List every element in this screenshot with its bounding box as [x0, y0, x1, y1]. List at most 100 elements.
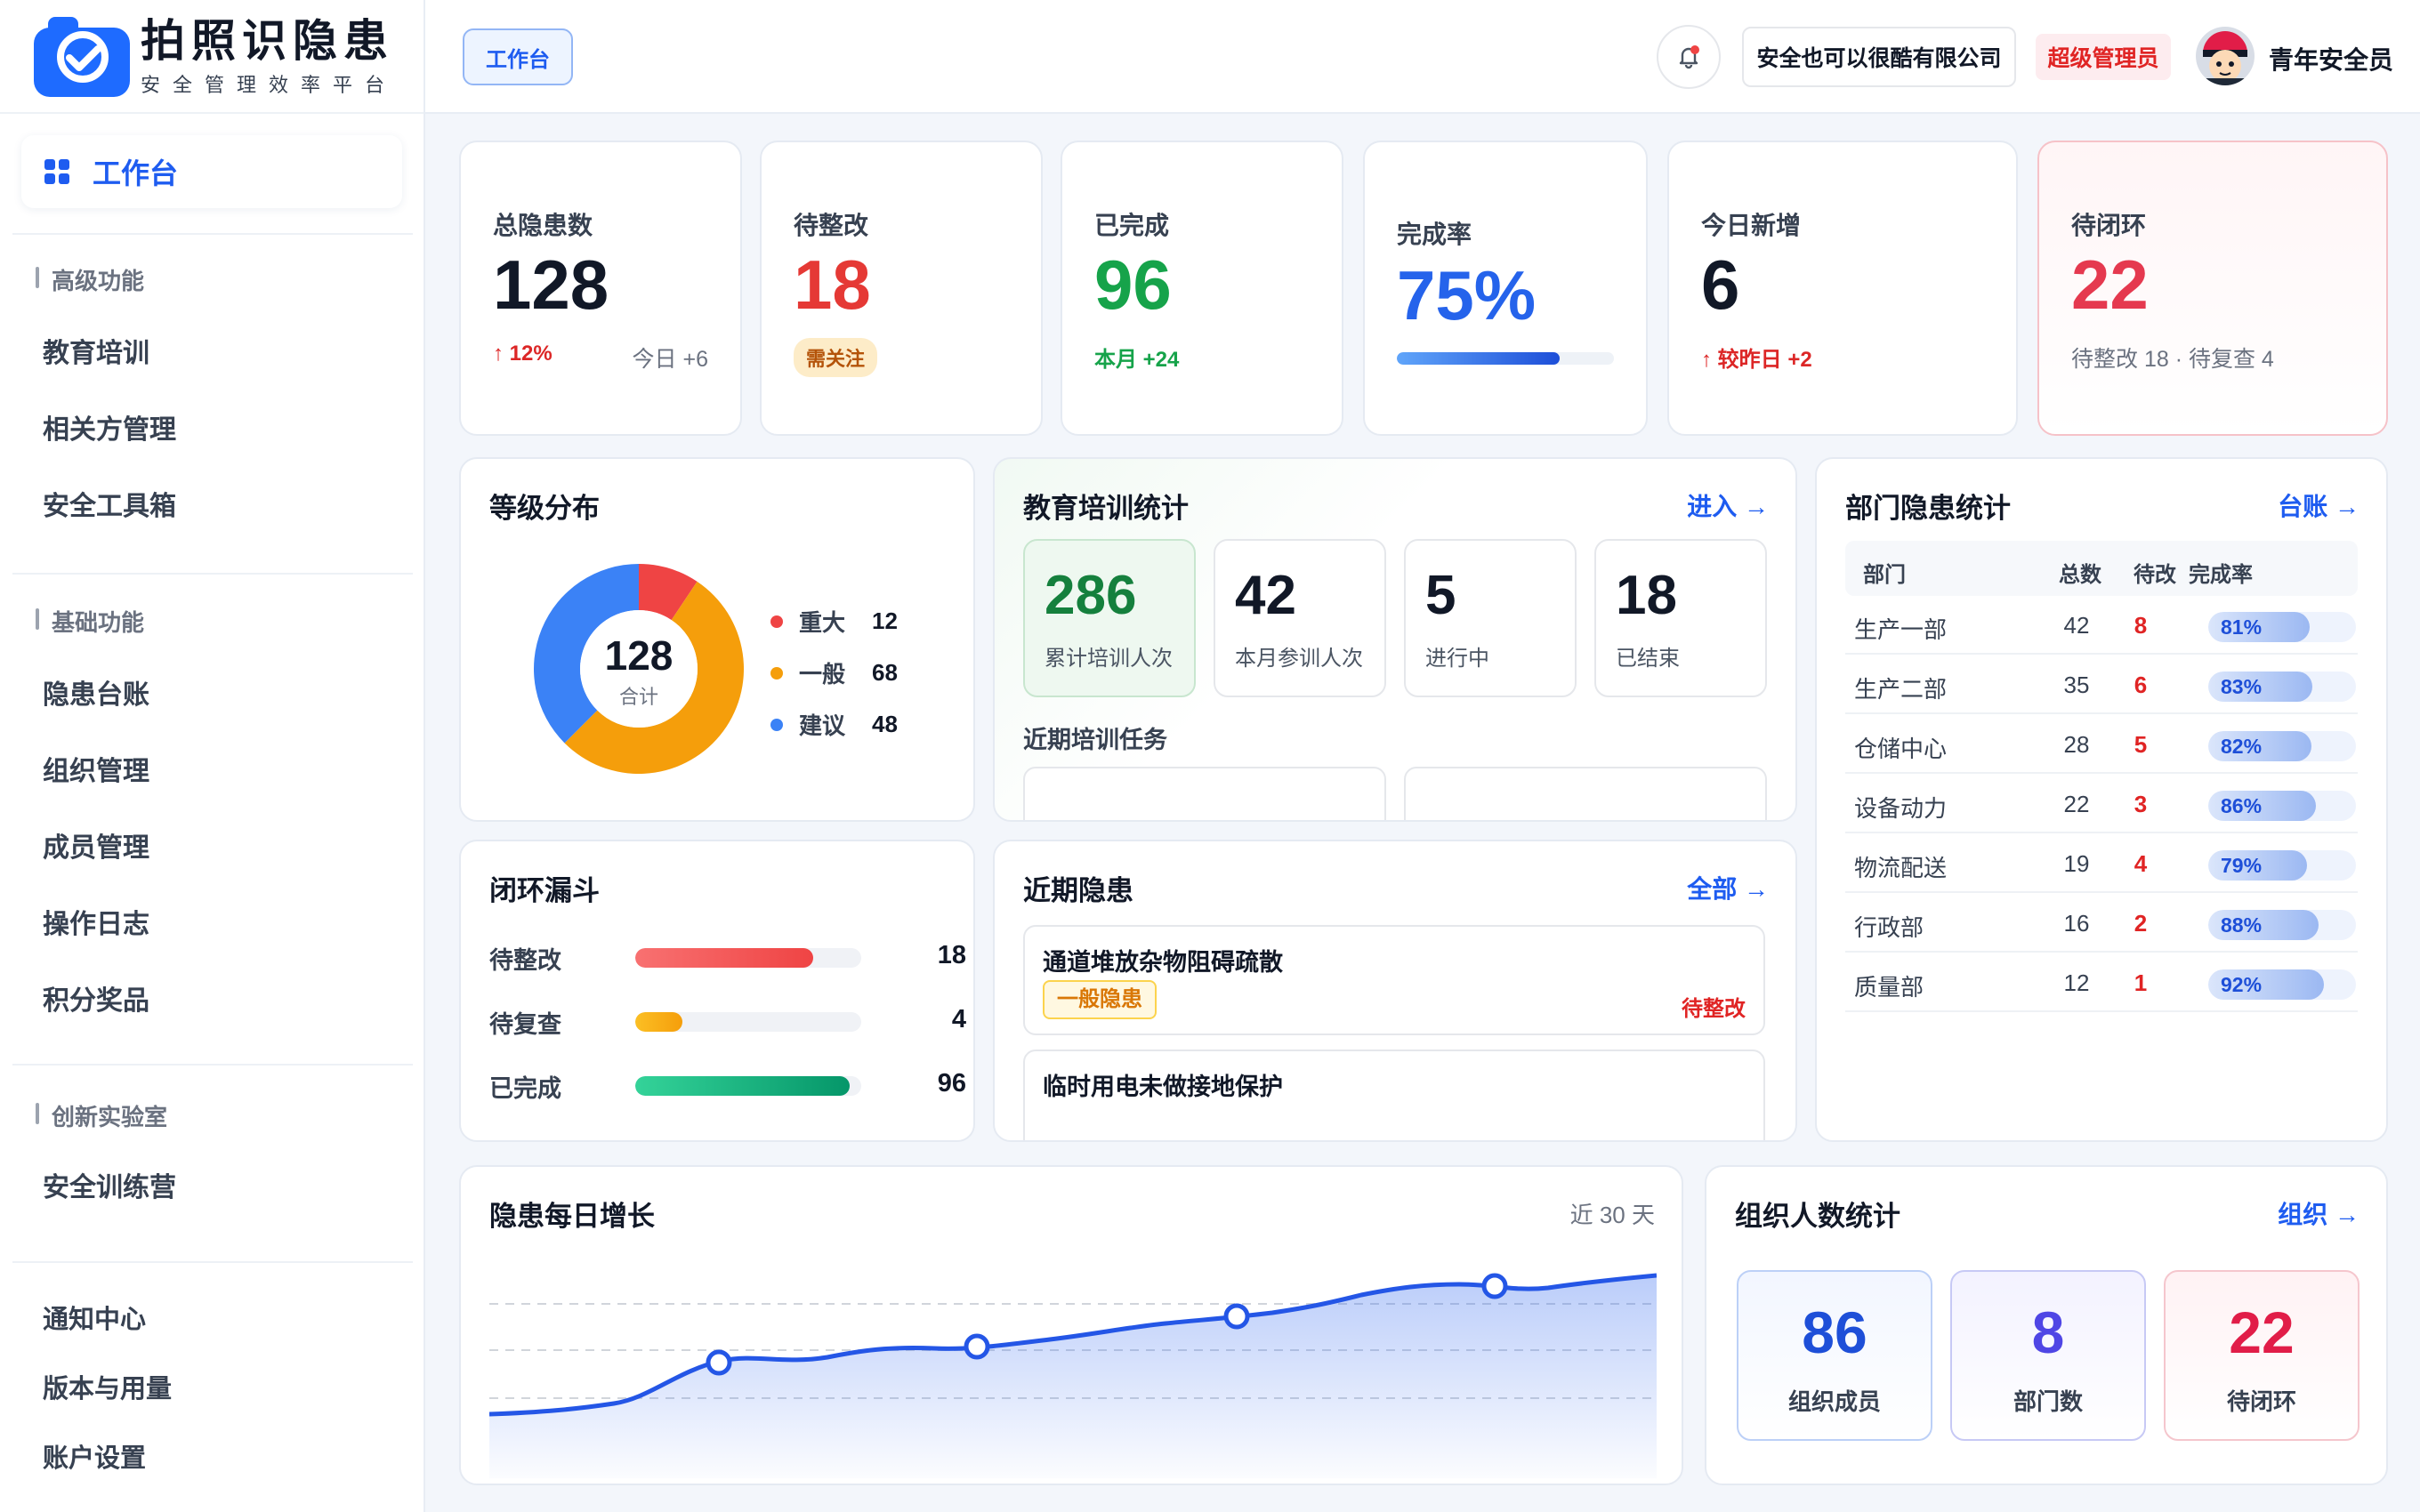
- card-title: 近期隐患: [1023, 875, 1133, 906]
- growth-point: [1223, 1303, 1250, 1330]
- kpi-completion-rate[interactable]: 完成率 75%: [1363, 141, 1648, 436]
- dept-rate: 81%: [2221, 615, 2263, 639]
- kpi-value: 18: [794, 245, 871, 324]
- org-link[interactable]: 组织 →: [2278, 1195, 2360, 1231]
- bell-icon[interactable]: [1657, 25, 1721, 89]
- dept-total: 22: [2063, 791, 2090, 817]
- dept-name: 物流配送: [1854, 855, 1948, 881]
- avatar[interactable]: [2196, 27, 2255, 85]
- org-members-stat[interactable]: 86 组织成员: [1737, 1270, 1932, 1441]
- dept-rate-bar: 83%: [2208, 672, 2356, 702]
- kpi-label: 待闭环: [2071, 212, 2147, 239]
- growth-point: [706, 1349, 732, 1376]
- dept-pending: 4: [2134, 850, 2148, 877]
- level-distribution-card: 等级分布 128 合计 重大 12 一般 68 建议 48: [459, 457, 975, 822]
- sidebar-item-logs[interactable]: 操作日志: [43, 902, 149, 941]
- sidebar-item-ledger[interactable]: 隐患台账: [43, 672, 149, 712]
- training-month-stat[interactable]: 42 本月参训人次: [1214, 539, 1386, 697]
- training-ended-stat[interactable]: 18 已结束: [1594, 539, 1767, 697]
- legend-general: 一般 68: [770, 656, 898, 689]
- legend-suggestion: 建议 48: [770, 708, 898, 741]
- kpi-pending-close[interactable]: 待闭环 22 待整改 18 · 待复查 4: [2037, 141, 2388, 436]
- dept-rate: 86%: [2221, 794, 2263, 817]
- kpi-value: 128: [493, 245, 609, 324]
- org-departments-stat[interactable]: 8 部门数: [1950, 1270, 2146, 1441]
- attention-badge: 需关注: [794, 338, 878, 377]
- dept-pending: 8: [2134, 612, 2148, 639]
- kpi-sub: 本月 +24: [1094, 348, 1180, 372]
- dept-rate-bar: 92%: [2208, 969, 2356, 1000]
- status-label: 待整改: [1682, 997, 1746, 1021]
- kpi-today-new[interactable]: 今日新增 6 ↑ 较昨日 +2: [1667, 141, 2018, 436]
- dept-name: 生产二部: [1854, 676, 1948, 703]
- dept-row[interactable]: 物流配送 19 4 79%: [1845, 834, 2358, 893]
- department-stats-card: 部门隐患统计 台账 → 部门 总数 待改 完成率 生产一部 42 8 81% 生产二部 3…: [1815, 457, 2388, 1142]
- growth-area: [489, 1275, 1657, 1478]
- sidebar-item-workbench[interactable]: 工作台: [21, 135, 402, 208]
- level-badge: 一般隐患: [1043, 980, 1157, 1019]
- sidebar-item-camp[interactable]: 安全训练营: [43, 1165, 176, 1204]
- sidebar-item-toolbox[interactable]: 安全工具箱: [43, 484, 176, 523]
- dept-rate-bar: 79%: [2208, 850, 2356, 881]
- dept-pending: 1: [2134, 969, 2148, 996]
- sidebar-item-org[interactable]: 组织管理: [43, 749, 149, 788]
- sidebar-item-notifications[interactable]: 通知中心: [43, 1299, 146, 1336]
- kpi-value: 22: [2071, 245, 2149, 324]
- training-task-item[interactable]: [1023, 767, 1386, 820]
- dept-row[interactable]: 生产一部 42 8 81%: [1845, 596, 2358, 655]
- sidebar-item-rewards[interactable]: 积分奖品: [43, 978, 149, 1017]
- dept-row[interactable]: 质量部 12 1 92%: [1845, 953, 2358, 1012]
- sidebar-item-members[interactable]: 成员管理: [43, 825, 149, 865]
- card-title: 闭环漏斗: [489, 875, 600, 906]
- dept-total: 16: [2063, 910, 2090, 937]
- growth-point: [1481, 1273, 1508, 1299]
- training-ongoing-stat[interactable]: 5 进行中: [1404, 539, 1577, 697]
- kpi-extra: 今日 +6: [632, 347, 708, 372]
- tab-workbench[interactable]: 工作台: [463, 28, 573, 85]
- sidebar-item-training[interactable]: 教育培训: [43, 331, 149, 370]
- dept-rate: 88%: [2221, 913, 2263, 937]
- dept-row[interactable]: 生产二部 35 6 83%: [1845, 655, 2358, 714]
- dept-total: 19: [2063, 850, 2090, 877]
- dept-row[interactable]: 行政部 16 2 88%: [1845, 894, 2358, 953]
- brand: 拍照识隐患 安全管理效率平台: [0, 0, 424, 114]
- range-label: 近 30 天: [1569, 1202, 1655, 1228]
- company-selector[interactable]: 安全也可以很酷有限公司: [1742, 27, 2016, 87]
- dept-rate-bar: 81%: [2208, 612, 2356, 642]
- sidebar-item-version[interactable]: 版本与用量: [43, 1368, 172, 1405]
- dept-total: 35: [2063, 672, 2090, 698]
- kpi-value: 75%: [1397, 256, 1537, 334]
- hazard-item[interactable]: 临时用电未做接地保护: [1023, 1050, 1765, 1140]
- kpi-label: 完成率: [1397, 221, 1472, 248]
- training-enter-link[interactable]: 进入 →: [1687, 487, 1769, 523]
- training-total-stat[interactable]: 286 累计培训人次: [1023, 539, 1196, 697]
- card-title: 部门隐患统计: [1845, 493, 2011, 524]
- kpi-trend: ↑ 12%: [493, 342, 553, 366]
- sidebar-item-account[interactable]: 账户设置: [43, 1437, 146, 1475]
- dept-pending: 3: [2134, 791, 2148, 817]
- dept-total: 28: [2063, 731, 2090, 758]
- kpi-pending[interactable]: 待整改 18 需关注: [760, 141, 1043, 436]
- kpi-total-hazards[interactable]: 总隐患数 128 ↑ 12% 今日 +6: [459, 141, 742, 436]
- all-hazards-link[interactable]: 全部 →: [1687, 870, 1769, 905]
- role-badge: 超级管理员: [2036, 34, 2171, 80]
- top-header: 工作台 安全也可以很酷有限公司 超级管理员 青年安全员: [425, 0, 2420, 114]
- dept-row[interactable]: 设备动力 22 3 86%: [1845, 775, 2358, 833]
- dept-name: 行政部: [1854, 914, 1924, 941]
- dept-row[interactable]: 仓储中心 28 5 82%: [1845, 715, 2358, 774]
- dept-rate: 82%: [2221, 735, 2263, 758]
- training-stats-card: 教育培训统计 进入 → 286 累计培训人次 42 本月参训人次 5 进行中 1…: [993, 457, 1797, 822]
- org-pending-close-stat[interactable]: 22 待闭环: [2164, 1270, 2360, 1441]
- sidebar-group-basic: 基础功能: [36, 605, 144, 638]
- ledger-link[interactable]: 台账 →: [2278, 487, 2360, 523]
- dept-pending: 2: [2134, 910, 2148, 937]
- hazard-item[interactable]: 通道堆放杂物阻碍疏散 一般隐患 待整改: [1023, 925, 1765, 1035]
- dept-rate-bar: 88%: [2208, 910, 2356, 940]
- sidebar-item-related-party[interactable]: 相关方管理: [43, 407, 176, 446]
- funnel-row-pending: 待整改 18: [489, 941, 966, 974]
- sidebar: 拍照识隐患 安全管理效率平台 工作台 高级功能 教育培训 相关方管理 安全工具箱…: [0, 0, 425, 1512]
- training-task-item[interactable]: [1404, 767, 1767, 820]
- card-title: 等级分布: [489, 493, 600, 524]
- kpi-completed[interactable]: 已完成 96 本月 +24: [1061, 141, 1343, 436]
- camera-check-icon: [34, 15, 130, 97]
